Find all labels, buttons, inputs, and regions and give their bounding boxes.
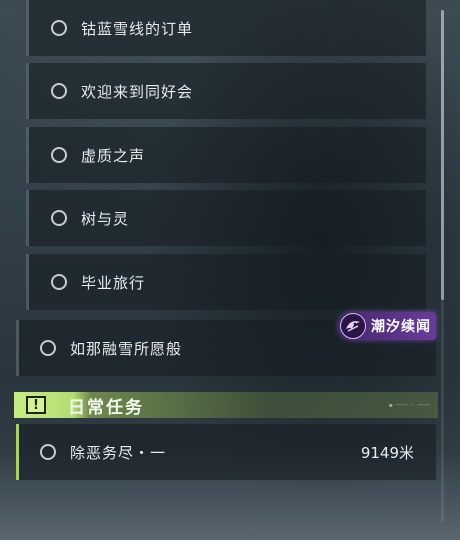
daily-tasks-title: 日常任务 [68,397,144,418]
task-distance: 9149米 [360,443,414,462]
tide-event-badge[interactable]: 潮汐续闻 [338,312,436,340]
task-label: 除恶务尽・一 [70,443,167,462]
quest-label: 虚质之声 [81,146,146,165]
quest-label: 欢迎来到同好会 [81,82,194,101]
quest-sub-item[interactable]: 钴蓝雪线的订单 [26,0,426,56]
tide-mask-icon [340,313,366,339]
quest-sub-item[interactable]: 欢迎来到同好会 [26,63,426,119]
quest-sub-item[interactable]: 毕业旅行 [26,254,426,310]
quest-label: 如那融雪所愿般 [70,339,183,358]
badge-label: 潮汐续闻 [371,319,431,335]
daily-tasks-header[interactable]: ! 日常任务 ▪ ─── ·· ─── [14,392,438,418]
quest-label: 钴蓝雪线的订单 [81,19,194,38]
daily-task-item[interactable]: 除恶务尽・一 9149米 [16,424,436,480]
quest-status-circle-icon [51,20,67,36]
quest-label: 毕业旅行 [81,273,146,292]
quest-status-circle-icon [51,210,67,226]
quest-status-circle-icon [51,274,67,290]
exclamation-box-icon: ! [26,396,46,414]
quest-label: 树与灵 [81,209,130,228]
quest-status-circle-icon [40,444,56,460]
header-decoration: ▪ ─── ·· ─── [388,401,430,409]
quest-sub-item[interactable]: 虚质之声 [26,127,426,183]
quest-status-circle-icon [40,340,56,356]
scrollbar-thumb[interactable] [441,10,444,300]
quest-status-circle-icon [51,83,67,99]
quest-status-circle-icon [51,147,67,163]
quest-sub-item[interactable]: 树与灵 [26,190,426,246]
